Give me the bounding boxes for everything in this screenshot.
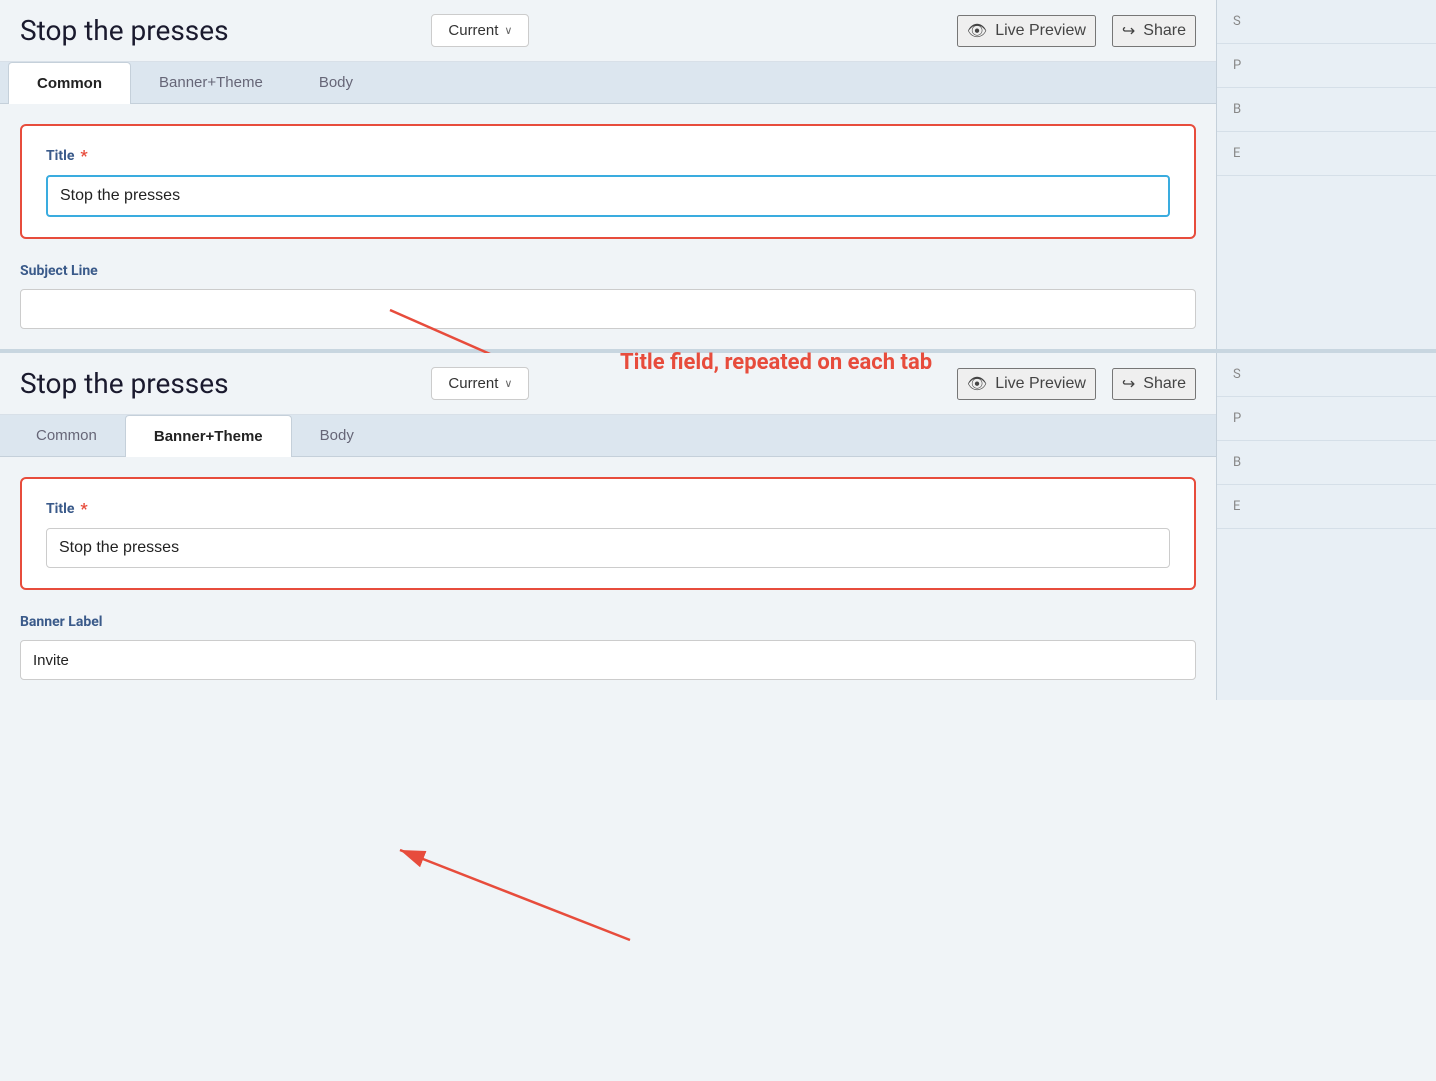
required-star-1: *: [80, 146, 87, 165]
panel1-header: Stop the presses Current ∨ 👁 Live Previe…: [0, 0, 1216, 62]
panel1-title: Stop the presses: [20, 14, 415, 47]
title-input-1[interactable]: [46, 175, 1170, 217]
share-label: Share: [1143, 22, 1186, 40]
share-icon: ↪: [1122, 21, 1135, 41]
panel2-left-content: Stop the presses Current ∨ 👁 Live Previe…: [0, 353, 1216, 700]
live-preview-button[interactable]: 👁 Live Preview: [957, 15, 1096, 47]
panel1-left-content: Stop the presses Current ∨ 👁 Live Previe…: [0, 0, 1216, 349]
title-field-card-1: Title *: [20, 124, 1196, 239]
current-dropdown-button-2[interactable]: Current ∨: [431, 367, 529, 400]
sidebar2-item-2: P: [1217, 397, 1436, 441]
live-preview-label: Live Preview: [995, 22, 1086, 40]
subject-line-input[interactable]: [20, 289, 1196, 329]
panel2-content: Title * Banner Label: [0, 457, 1216, 700]
tab-common-2[interactable]: Common: [8, 415, 125, 456]
banner-input[interactable]: [20, 640, 1196, 680]
sidebar1-item-3: B: [1217, 88, 1436, 132]
current-label-2: Current: [448, 375, 498, 392]
current-dropdown-button[interactable]: Current ∨: [431, 14, 529, 47]
panel1-content: Title * Subject Line: [0, 104, 1216, 349]
sidebar2-item-1: S: [1217, 353, 1436, 397]
panel2-title: Stop the presses: [20, 367, 415, 400]
banner-label-section: Banner Label: [20, 614, 1196, 680]
tab-common-1[interactable]: Common: [8, 62, 131, 104]
tab-body-2[interactable]: Body: [292, 415, 382, 456]
sidebar1-item-4: E: [1217, 132, 1436, 176]
sidebar1-item-1: S: [1217, 0, 1436, 44]
panel2-right-sidebar: S P B E: [1216, 353, 1436, 700]
panel-1: Stop the presses Current ∨ 👁 Live Previe…: [0, 0, 1436, 349]
chevron-down-icon-2: ∨: [504, 377, 512, 390]
eye-icon: 👁: [967, 21, 987, 41]
current-label: Current: [448, 22, 498, 39]
title-input-2[interactable]: [46, 528, 1170, 568]
chevron-down-icon: ∨: [504, 24, 512, 37]
eye-icon-2: 👁: [967, 374, 987, 394]
share-button[interactable]: ↪ Share: [1112, 15, 1196, 47]
tab-body-1[interactable]: Body: [291, 62, 381, 103]
sidebar1-item-2: P: [1217, 44, 1436, 88]
panel1-right-sidebar: S P B E: [1216, 0, 1436, 349]
title-field-card-2: Title *: [20, 477, 1196, 590]
subject-line-section: Subject Line: [20, 263, 1196, 329]
tab-banner-theme-2[interactable]: Banner+Theme: [125, 415, 292, 457]
sidebar2-item-3: B: [1217, 441, 1436, 485]
panel2-tabs: Common Banner+Theme Body: [0, 415, 1216, 457]
required-star-2: *: [80, 499, 87, 518]
share-label-2: Share: [1143, 375, 1186, 393]
live-preview-label-2: Live Preview: [995, 375, 1086, 393]
share-icon-2: ↪: [1122, 374, 1135, 394]
title-label-2: Title *: [46, 499, 1170, 518]
title-label-1: Title *: [46, 146, 1170, 165]
tab-banner-theme-1[interactable]: Banner+Theme: [131, 62, 291, 103]
panel-2: Stop the presses Current ∨ 👁 Live Previe…: [0, 353, 1436, 700]
panel1-tabs: Common Banner+Theme Body: [0, 62, 1216, 104]
live-preview-button-2[interactable]: 👁 Live Preview: [957, 368, 1096, 400]
subject-line-label: Subject Line: [20, 263, 1196, 279]
banner-label-text: Banner Label: [20, 614, 1196, 630]
share-button-2[interactable]: ↪ Share: [1112, 368, 1196, 400]
sidebar2-item-4: E: [1217, 485, 1436, 529]
panel2-header: Stop the presses Current ∨ 👁 Live Previe…: [0, 353, 1216, 415]
